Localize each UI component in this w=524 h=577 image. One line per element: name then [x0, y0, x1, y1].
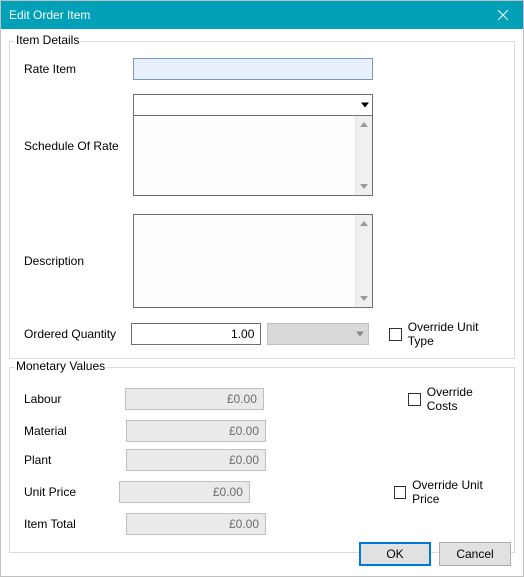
window-title: Edit Order Item — [9, 8, 90, 22]
material-label: Material — [18, 424, 126, 438]
scroll-up-button[interactable] — [356, 215, 372, 232]
monetary-values-group: Monetary Values Labour £0.00 Override Co… — [9, 367, 515, 553]
unit-type-select[interactable] — [267, 323, 369, 345]
close-button[interactable] — [483, 1, 523, 29]
scrollbar[interactable] — [355, 116, 372, 195]
cancel-button[interactable]: Cancel — [439, 542, 511, 566]
description-label: Description — [18, 214, 133, 268]
override-unit-type-label: Override Unit Type — [408, 320, 506, 348]
labour-label: Labour — [18, 392, 125, 406]
schedule-dropdown[interactable] — [133, 94, 373, 116]
item-total-value: £0.00 — [126, 513, 266, 535]
titlebar[interactable]: Edit Order Item — [1, 1, 523, 29]
rate-item-input[interactable] — [133, 58, 373, 80]
labour-value: £0.00 — [125, 388, 264, 410]
item-total-label: Item Total — [18, 517, 126, 531]
chevron-up-icon — [360, 122, 368, 127]
schedule-text-area[interactable] — [133, 116, 373, 196]
chevron-down-icon — [360, 184, 368, 189]
scroll-up-button[interactable] — [356, 116, 372, 133]
ordered-quantity-label: Ordered Quantity — [18, 327, 131, 341]
plant-value: £0.00 — [126, 449, 266, 471]
chevron-down-icon — [360, 296, 368, 301]
description-text-area[interactable] — [133, 214, 373, 308]
override-costs-checkbox[interactable] — [408, 393, 421, 406]
unit-price-value: £0.00 — [119, 481, 250, 503]
item-details-group: Item Details Rate Item Schedule Of Rate — [9, 41, 515, 359]
chevron-down-icon — [361, 103, 369, 108]
scroll-down-button[interactable] — [356, 178, 372, 195]
override-unit-type-checkbox[interactable] — [389, 328, 402, 341]
chevron-up-icon — [360, 221, 368, 226]
scroll-down-button[interactable] — [356, 290, 372, 307]
schedule-of-rate-label: Schedule Of Rate — [18, 94, 133, 153]
override-unit-price-checkbox[interactable] — [394, 486, 406, 499]
monetary-values-legend: Monetary Values — [14, 359, 107, 373]
item-details-legend: Item Details — [14, 33, 81, 47]
material-value: £0.00 — [126, 420, 266, 442]
chevron-down-icon — [356, 332, 364, 337]
close-icon — [498, 10, 508, 20]
plant-label: Plant — [18, 453, 126, 467]
override-costs-label: Override Costs — [427, 385, 506, 413]
scrollbar[interactable] — [355, 215, 372, 307]
button-bar: OK Cancel — [359, 542, 511, 566]
ok-button[interactable]: OK — [359, 542, 431, 566]
override-unit-price-label: Override Unit Price — [412, 478, 506, 506]
ordered-quantity-input[interactable] — [131, 323, 261, 345]
unit-price-label: Unit Price — [18, 485, 119, 499]
rate-item-label: Rate Item — [18, 62, 133, 76]
